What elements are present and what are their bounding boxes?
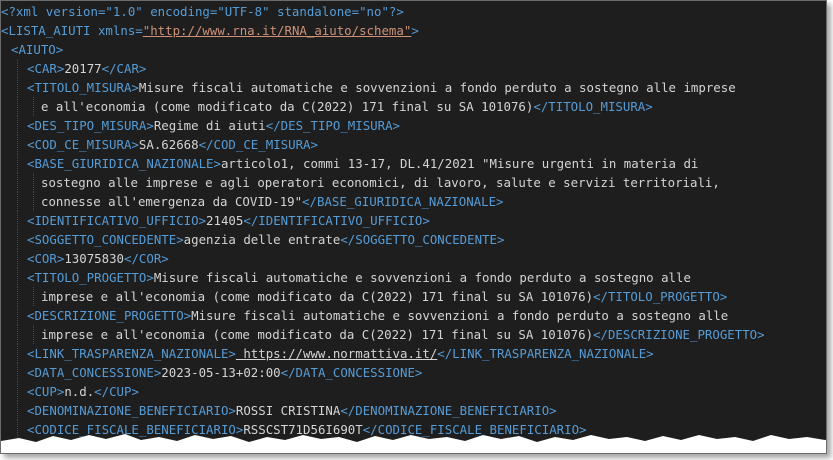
xml-value: connesse all'emergenza da COVID-19"	[41, 194, 303, 209]
xml-line-soggetto-concedente: <SOGGETTO_CONCEDENTE>agenzia delle entra…	[1, 230, 826, 249]
xml-line-cod-ce-misura: <COD_CE_MISURA>SA.62668</COD_CE_MISURA>	[1, 135, 826, 154]
xml-line-cup: <CUP>n.d.</CUP>	[1, 382, 826, 401]
xml-value: 20177	[64, 61, 102, 76]
xml-value: Regime di aiuti	[153, 118, 266, 133]
xml-value: imprese e all'economia (come modificato …	[41, 327, 594, 342]
xml-value: Misure fiscali automatiche e sovvenzioni…	[153, 270, 691, 285]
xml-close-tag: </CAR>	[101, 61, 147, 76]
xml-line-base-giuridica-1: <BASE_GIURIDICA_NAZIONALE>articolo1, com…	[1, 154, 826, 173]
xml-value: sostegno alle imprese e agli operatori e…	[41, 175, 720, 190]
xml-line-descrizione-progetto-2: imprese e all'economia (come modificato …	[1, 325, 826, 344]
xml-code-view[interactable]: <?xml version="1.0" encoding="UTF-8" sta…	[1, 1, 826, 453]
xml-declaration-line: <?xml version="1.0" encoding="UTF-8" sta…	[1, 2, 826, 21]
xml-line-denominazione-beneficiario: <DENOMINAZIONE_BENEFICIARIO>ROSSI CRISTI…	[1, 401, 826, 420]
xml-close-tag: </DENOMINAZIONE_BENEFICIARIO>	[340, 403, 557, 418]
xml-open-tag: <COD_CE_MISURA>	[27, 137, 139, 152]
xml-value[interactable]: https://www.normattiva.it/	[236, 346, 437, 361]
xml-value: ROSSI CRISTINA	[235, 403, 341, 418]
aiuto-open-line: <AIUTO>	[1, 40, 826, 59]
xml-value: Misure fiscali automatiche e sovvenzioni…	[138, 80, 736, 95]
xml-open-tag: <TITOLO_MISURA>	[27, 80, 139, 95]
xml-open-tag: <SOGGETTO_CONCEDENTE>	[27, 232, 184, 247]
xml-close-tag: </DES_TIPO_MISURA>	[265, 118, 401, 133]
root-open-line: <LISTA_AIUTI xmlns="http://www.rna.it/RN…	[1, 21, 826, 40]
xml-line-base-giuridica-2: sostegno alle imprese e agli operatori e…	[1, 173, 826, 192]
xml-close-tag: </COD_CE_MISURA>	[198, 137, 318, 152]
xml-value: e all'economia (come modificato da C(202…	[41, 99, 534, 114]
xml-open-tag: <CAR>	[27, 61, 65, 76]
xml-line-cor: <COR>13075830</COR>	[1, 249, 826, 268]
xml-close-tag: </DESCRIZIONE_PROGETTO>	[593, 327, 765, 342]
torn-edge	[1, 434, 826, 453]
xml-line-descrizione-progetto-1: <DESCRIZIONE_PROGETTO>Misure fiscali aut…	[1, 306, 826, 325]
xml-close-tag: </TITOLO_PROGETTO>	[593, 289, 728, 304]
xml-open-tag: <DATA_CONCESSIONE>	[27, 365, 162, 380]
xml-close-tag: </CUP>	[94, 384, 139, 399]
xml-value: imprese e all'economia (come modificato …	[41, 289, 594, 304]
xml-value: n.d.	[64, 384, 95, 399]
xml-line-car: <CAR>20177</CAR>	[1, 59, 826, 78]
xml-open-tag: <DES_TIPO_MISURA>	[27, 118, 154, 133]
xml-open-tag: <DESCRIZIONE_PROGETTO>	[27, 308, 192, 323]
xml-line-titolo-progetto-2: imprese e all'economia (come modificato …	[1, 287, 826, 306]
xml-close-tag: </BASE_GIURIDICA_NAZIONALE>	[302, 194, 504, 209]
xml-line-link-trasparenza: <LINK_TRASPARENZA_NAZIONALE> https://www…	[1, 344, 826, 363]
xml-value: Misure fiscali automatiche e sovvenzioni…	[191, 308, 729, 323]
xml-line-titolo-progetto-1: <TITOLO_PROGETTO>Misure fiscali automati…	[1, 268, 826, 287]
xml-line-titolo-misura-1: <TITOLO_MISURA>Misure fiscali automatich…	[1, 78, 826, 97]
xml-open-tag: <BASE_GIURIDICA_NAZIONALE>	[27, 156, 221, 171]
xml-close-tag: </COR>	[124, 251, 169, 266]
xml-close-tag: </TITOLO_MISURA>	[533, 99, 653, 114]
xml-open-tag: <DENOMINAZIONE_BENEFICIARIO>	[27, 403, 236, 418]
xml-open-tag: <COR>	[27, 251, 65, 266]
xml-value: SA.62668	[138, 137, 199, 152]
root-tag-close-bracket: >	[411, 23, 419, 38]
xml-value: articolo1, commi 13-17, DL.41/2021 "Misu…	[220, 156, 699, 171]
xml-open-tag: <LINK_TRASPARENZA_NAZIONALE>	[27, 346, 236, 361]
xml-declaration: <?xml version="1.0" encoding="UTF-8" sta…	[1, 4, 404, 19]
xml-close-tag: </LINK_TRASPARENZA_NAZIONALE>	[437, 346, 654, 361]
xml-value: 21405	[206, 213, 244, 228]
xml-open-tag: <IDENTIFICATIVO_UFFICIO>	[27, 213, 207, 228]
xml-line-titolo-misura-2: e all'economia (come modificato da C(202…	[1, 97, 826, 116]
xml-value: agenzia delle entrate	[183, 232, 341, 247]
xml-close-tag: </IDENTIFICATIVO_UFFICIO>	[243, 213, 430, 228]
xml-line-data-concessione: <DATA_CONCESSIONE>2023-05-13+02:00</DATA…	[1, 363, 826, 382]
xml-editor-window: <?xml version="1.0" encoding="UTF-8" sta…	[0, 0, 827, 454]
xml-line-base-giuridica-3: connesse all'emergenza da COVID-19"</BAS…	[1, 192, 826, 211]
xml-line-identificativo-ufficio: <IDENTIFICATIVO_UFFICIO>21405</IDENTIFIC…	[1, 211, 826, 230]
root-tag-open: <LISTA_AIUTI xmlns=	[1, 23, 143, 38]
xml-close-tag: </SOGGETTO_CONCEDENTE>	[340, 232, 505, 247]
xml-line-des-tipo-misura: <DES_TIPO_MISURA>Regime di aiuti</DES_TI…	[1, 116, 826, 135]
aiuto-tag-open: <AIUTO>	[11, 42, 64, 57]
xml-open-tag: <TITOLO_PROGETTO>	[27, 270, 154, 285]
xml-close-tag: </DATA_CONCESSIONE>	[280, 365, 423, 380]
xml-open-tag: <CUP>	[27, 384, 65, 399]
xml-value: 2023-05-13+02:00	[161, 365, 281, 380]
xml-value: 13075830	[64, 251, 124, 266]
namespace-url[interactable]: "http://www.rna.it/RNA_aiuto/schema"	[143, 23, 412, 38]
